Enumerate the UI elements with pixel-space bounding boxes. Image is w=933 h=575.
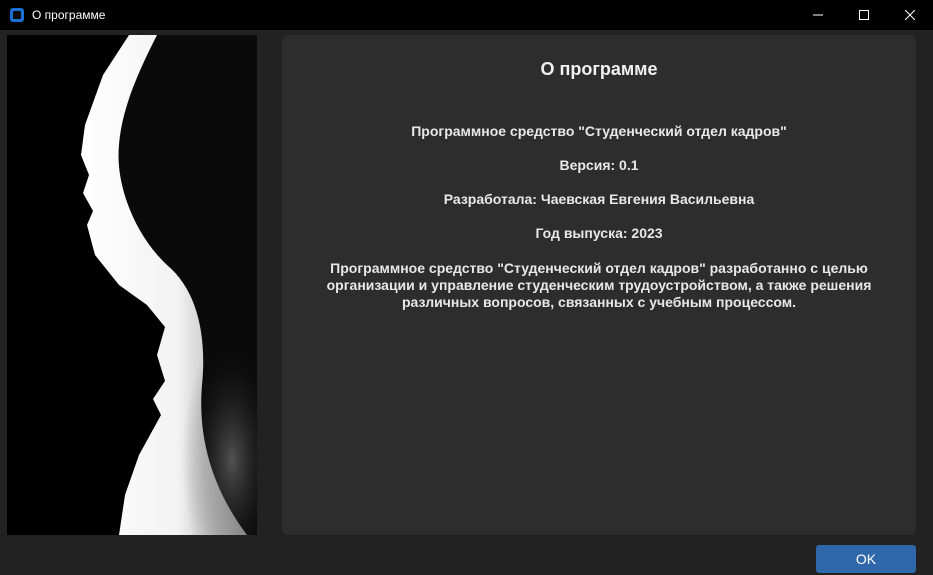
window-title: О программе xyxy=(32,8,106,22)
program-description: Программное средство "Студенческий отдел… xyxy=(326,260,872,310)
title-bar: О программе xyxy=(0,0,933,30)
version-text: Версия: 0.1 xyxy=(559,157,639,173)
maximize-icon xyxy=(859,10,869,20)
ok-button[interactable]: OK xyxy=(816,545,916,573)
about-heading: О программе xyxy=(540,59,658,79)
app-icon xyxy=(10,8,24,22)
close-icon xyxy=(905,10,915,20)
window-controls xyxy=(795,0,933,30)
product-name: Программное средство "Студенческий отдел… xyxy=(411,123,787,139)
close-button[interactable] xyxy=(887,0,933,30)
about-panel: О программе Программное средство "Студен… xyxy=(282,35,916,535)
silhouette-image xyxy=(7,35,257,535)
minimize-icon xyxy=(813,14,823,16)
minimize-button[interactable] xyxy=(795,0,841,30)
maximize-button[interactable] xyxy=(841,0,887,30)
author-text: Разработала: Чаевская Евгения Васильевна xyxy=(443,191,755,207)
release-year-text: Год выпуска: 2023 xyxy=(535,225,663,241)
silhouette-portrait-icon xyxy=(7,35,257,535)
